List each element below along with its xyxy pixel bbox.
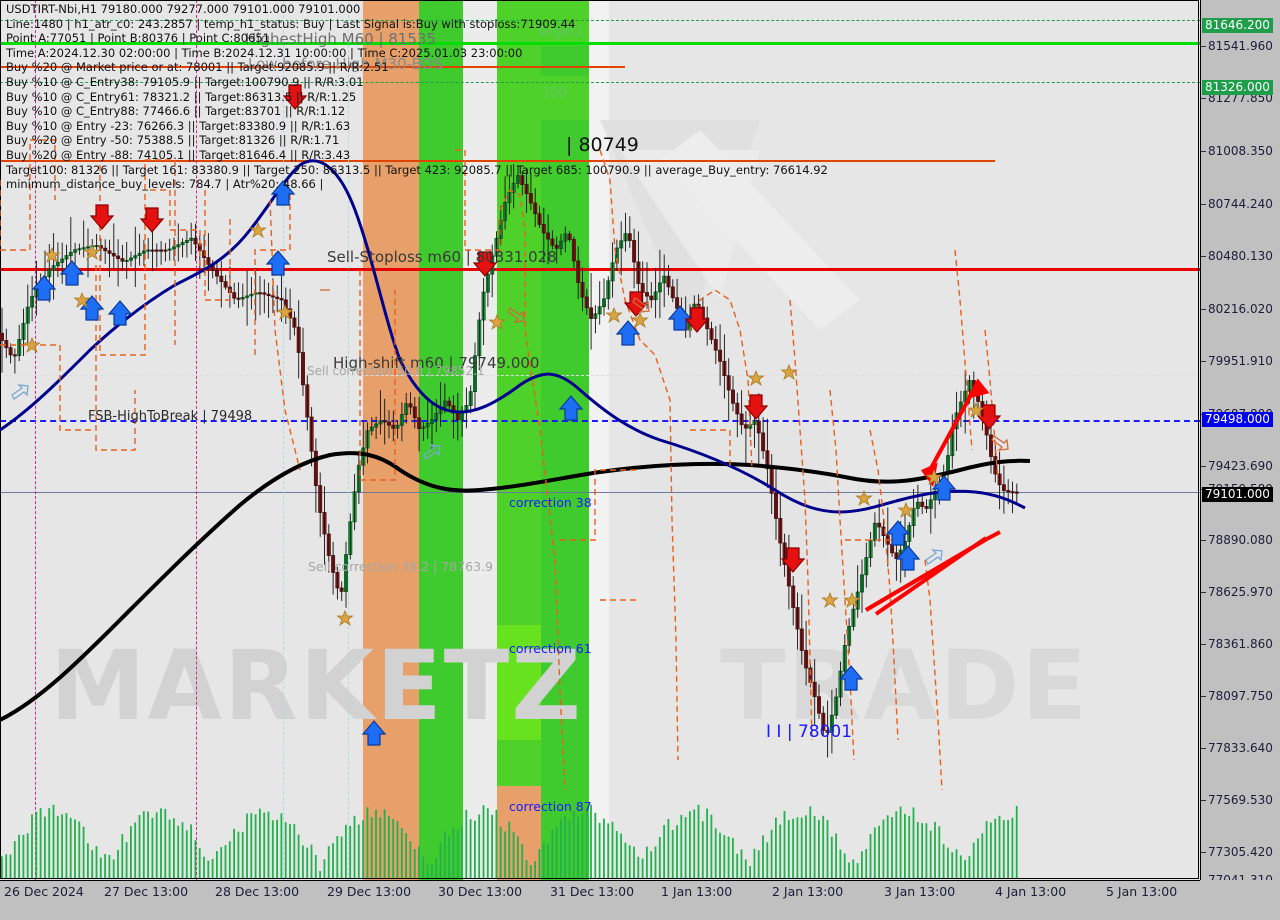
price-tick-label: 80216.020: [1208, 302, 1273, 316]
hdr-line-2: Point A:77051 | Point B:80376 | Point C:…: [6, 31, 270, 46]
price-tick-label: 77305.420: [1208, 845, 1273, 859]
chart-window: MARKETZ TRADE USDTIRT-Nbi,H1 79180.000 7…: [0, 0, 1280, 920]
time-tick-label: 28 Dec 13:00: [215, 884, 300, 899]
hdr-line-11: Target100: 81326 || Target 161: 83380.9 …: [6, 162, 828, 177]
price-tick-label: 81008.350: [1208, 144, 1273, 158]
fsb-high-to-break: FSB-HighToBreak | 79498: [88, 409, 253, 424]
time-tick-label: 3 Jan 13:00: [884, 884, 956, 899]
price-tick-label: 80744.240: [1208, 197, 1273, 211]
time-tick-label: 1 Jan 13:00: [661, 884, 733, 899]
time-tick-label: 2 Jan 13:00: [772, 884, 844, 899]
price-tick-label: 78097.750: [1208, 689, 1273, 703]
hdr-line-7: Buy %10 @ C_Entry88: 77466.6 || Target:8…: [6, 104, 346, 119]
hdr-line-4: Buy %20 @ Market price or at: 78001 || T…: [6, 60, 389, 75]
hdr-line-6: Buy %10 @ C_Entry61: 78321.2 || Target:8…: [6, 89, 357, 104]
price-tick-label: 81541.960: [1208, 39, 1273, 53]
correction-61: correction 61: [509, 641, 592, 656]
chart-info-header: USDTIRT-Nbi,H1 79180.000 79277.000 79101…: [6, 2, 828, 192]
time-tick-label: 26 Dec 2024: [4, 884, 84, 899]
price-tick-label: 78890.080: [1208, 533, 1273, 547]
sell-correction-50: Sell correction 50.0 | 79852.1: [307, 364, 485, 378]
price-tick-label: 80480.130: [1208, 249, 1273, 263]
price-badge[interactable]: 81326.000: [1202, 80, 1273, 95]
time-axis[interactable]: 26 Dec 2024 27 Dec 13:00 28 Dec 13:00 29 De…: [0, 880, 1200, 920]
sell-stoploss-m60: Sell-Stoploss m60 | 80331.028: [327, 248, 557, 266]
time-tick-label: 31 Dec 13:00: [550, 884, 635, 899]
signal-stars: [24, 222, 984, 626]
hdr-line-12: minimum_distance_buy_levels: 784.7 | Atr…: [6, 177, 324, 192]
small-pointer-icons: [11, 289, 1009, 565]
time-tick-label: 29 Dec 13:00: [327, 884, 412, 899]
hdr-line-10: Buy %20 @ Entry -88: 74105.1 || Target:8…: [6, 147, 351, 162]
correction-38: correction 38: [509, 495, 592, 510]
time-tick-label: 27 Dec 13:00: [104, 884, 189, 899]
hdr-line-3: Time A:2024.12.30 02:00:00 | Time B:2024…: [6, 45, 523, 60]
hdr-line-5: Buy %10 @ C_Entry38: 79105.9 || Target:1…: [6, 74, 364, 89]
price-tick-label: 77569.530: [1208, 793, 1273, 807]
hdr-line-1: Line:1480 | h1_atr_c0: 243.2857 | temp_h…: [6, 16, 576, 31]
sell-correction-382: Sell correction 38.2 | 78763.9: [308, 559, 494, 574]
hdr-line-8: Buy %10 @ Entry -23: 76266.3 || Target:8…: [6, 118, 351, 133]
price-tick-label: 79423.690: [1208, 459, 1273, 473]
price-badge[interactable]: 81646.200: [1202, 18, 1273, 33]
time-tick-label: 5 Jan 13:00: [1106, 884, 1178, 899]
axis-corner: [1200, 880, 1280, 920]
price-badge[interactable]: 79498.000: [1202, 412, 1273, 427]
price-axis[interactable]: 81541.960 81277.850 81008.350 80744.240 8048…: [1200, 0, 1280, 887]
price-badge[interactable]: 79101.000: [1202, 487, 1273, 502]
correction-87: correction 87: [509, 799, 592, 814]
time-tick-label: 30 Dec 13:00: [438, 884, 523, 899]
time-tick-label: 4 Jan 13:00: [995, 884, 1067, 899]
chart-plot-area[interactable]: MARKETZ TRADE USDTIRT-Nbi,H1 79180.000 7…: [0, 0, 1200, 880]
hdr-line-9: Buy %20 @ Entry -50: 75388.5 || Target:8…: [6, 133, 340, 148]
level-78001: I I | 78001: [766, 722, 853, 742]
price-tick-label: 78361.860: [1208, 637, 1273, 651]
price-tick-label: 77833.640: [1208, 741, 1273, 755]
hdr-line-0: USDTIRT-Nbi,H1 79180.000 79277.000 79101…: [6, 2, 361, 16]
price-tick-label: 78625.970: [1208, 585, 1273, 599]
price-tick-label: 79951.910: [1208, 354, 1273, 368]
